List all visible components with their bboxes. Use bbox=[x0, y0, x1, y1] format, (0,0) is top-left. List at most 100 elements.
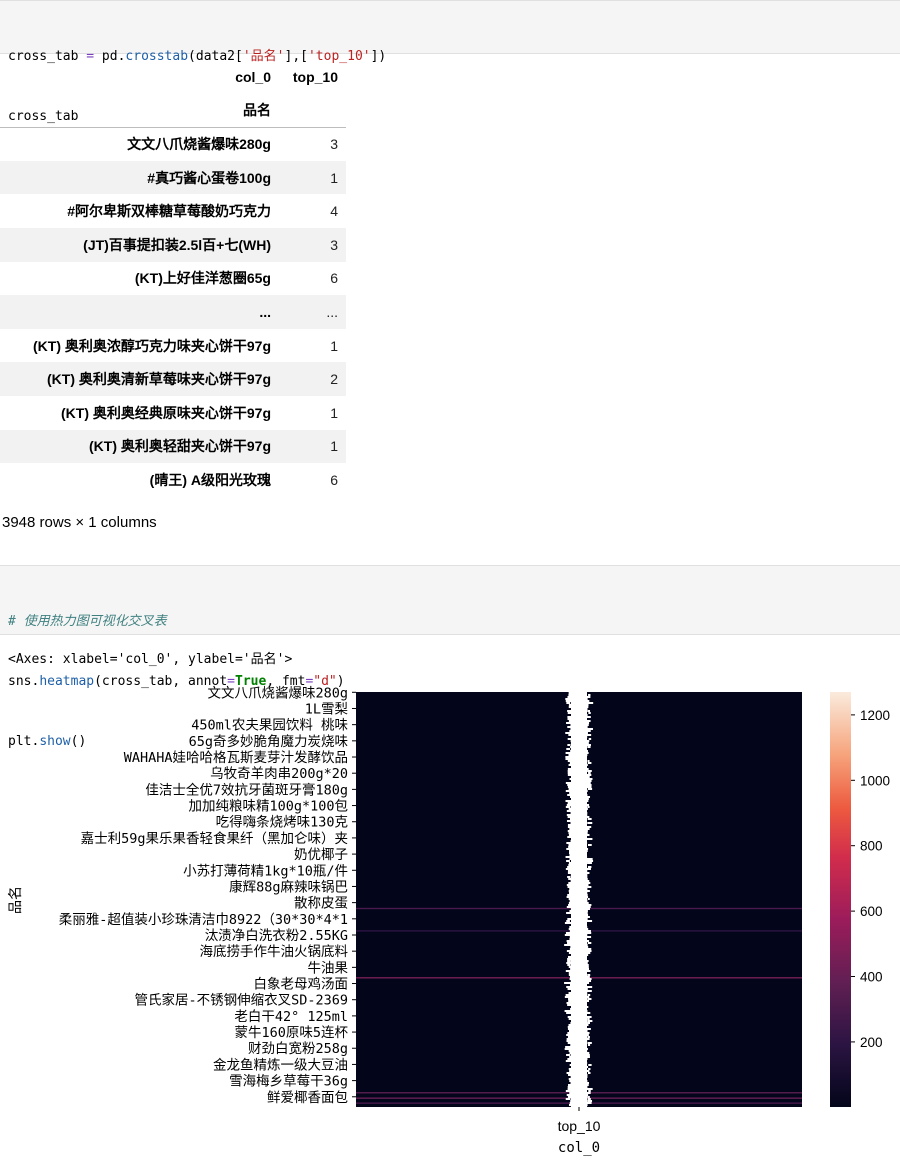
annotation-glyph bbox=[568, 754, 572, 756]
annotation-glyph bbox=[584, 1006, 589, 1008]
axes-repr-output: <Axes: xlabel='col_0', ylabel='品名'> bbox=[8, 652, 293, 667]
annotation-glyph bbox=[570, 980, 576, 982]
annotation-glyph bbox=[585, 978, 592, 980]
annotation-glyph bbox=[570, 750, 576, 752]
colorbar: 200 400 600 800 1000 1200 bbox=[830, 692, 890, 1107]
annotation-glyph bbox=[565, 868, 572, 870]
annotation-glyph bbox=[567, 886, 574, 888]
annotation-glyph bbox=[567, 942, 572, 944]
annotation-glyph bbox=[564, 982, 572, 984]
annotation-glyph bbox=[565, 806, 571, 808]
annotation-glyph bbox=[583, 1048, 588, 1050]
annotation-glyph bbox=[584, 1060, 587, 1062]
annotation-glyph bbox=[569, 1070, 576, 1072]
annotation-glyph bbox=[586, 964, 589, 966]
heatmap-plot-area bbox=[356, 692, 802, 1108]
annotation-glyph bbox=[581, 726, 588, 728]
annotation-glyph bbox=[567, 1032, 575, 1034]
annotation-glyph bbox=[586, 890, 590, 892]
annotation-glyph bbox=[588, 694, 591, 696]
row-value: 6 bbox=[330, 270, 338, 287]
annotation-glyph bbox=[566, 810, 572, 812]
annotation-glyph bbox=[586, 768, 589, 770]
annotation-glyph bbox=[568, 892, 573, 894]
annotation-glyph bbox=[565, 782, 572, 784]
annotation-glyph bbox=[585, 868, 591, 870]
code-cell-heatmap[interactable]: # 使用热力图可视化交叉表 sns.heatmap(cross_tab, ann… bbox=[0, 565, 900, 749]
annotation-glyph bbox=[582, 926, 588, 928]
annotation-glyph bbox=[586, 966, 589, 968]
annotation-glyph bbox=[567, 794, 575, 796]
annotation-glyph bbox=[571, 990, 575, 992]
annotation-glyph bbox=[583, 1026, 587, 1028]
annotation-glyph bbox=[580, 1104, 588, 1106]
annotation-glyph bbox=[584, 1074, 588, 1076]
annotation-glyph bbox=[581, 992, 588, 994]
annotation-glyph bbox=[568, 1000, 574, 1002]
annotation-glyph bbox=[587, 1072, 591, 1074]
annotation-glyph bbox=[567, 1026, 576, 1028]
annotation-glyph bbox=[582, 1080, 588, 1082]
annotation-glyph bbox=[582, 1034, 589, 1036]
annotation-glyph bbox=[565, 700, 573, 702]
annotation-glyph bbox=[566, 860, 570, 862]
annotation-glyph bbox=[586, 982, 590, 984]
annotation-glyph bbox=[569, 976, 577, 978]
annotation-glyph bbox=[570, 880, 576, 882]
annotation-glyph bbox=[586, 1092, 591, 1094]
annotation-glyph bbox=[582, 902, 589, 904]
annotation-glyph bbox=[569, 762, 576, 764]
annotation-glyph bbox=[568, 898, 574, 900]
row-label: #阿尔卑斯双棒糖草莓酸奶巧克力 bbox=[67, 203, 271, 220]
annotation-glyph bbox=[567, 918, 574, 920]
annotation-glyph bbox=[584, 1052, 590, 1054]
annotation-glyph bbox=[567, 802, 576, 804]
annotation-glyph bbox=[568, 1078, 574, 1080]
annotation-glyph bbox=[565, 970, 572, 972]
annotation-glyph bbox=[585, 1016, 592, 1018]
y-tick-label: 小苏打薄荷精1kg*10瓶/件 bbox=[183, 862, 348, 879]
annotation-glyph bbox=[583, 706, 589, 708]
annotation-glyph bbox=[570, 812, 575, 814]
annotation-glyph bbox=[580, 1076, 588, 1078]
code-cell-crosstab[interactable]: cross_tab = pd.crosstab(data2['品名'],['to… bbox=[0, 0, 900, 124]
annotation-glyph bbox=[565, 698, 572, 700]
annotation-glyph bbox=[584, 1056, 590, 1058]
annotation-glyph bbox=[568, 992, 574, 994]
annotation-glyph bbox=[582, 742, 589, 744]
annotation-glyph bbox=[568, 764, 576, 766]
row-label: (KT) 奥利奥清新草莓味夹心饼干97g bbox=[47, 371, 271, 388]
annotation-glyph bbox=[568, 882, 576, 884]
annotation-glyph bbox=[585, 716, 591, 718]
column-header: top_10 bbox=[292, 68, 338, 85]
table-row: (晴王) A级阳光玫瑰 6 bbox=[0, 463, 346, 497]
annotation-glyph bbox=[583, 912, 588, 914]
annotation-glyph bbox=[568, 852, 575, 854]
annotation-glyph bbox=[567, 1016, 574, 1018]
y-tick-label: 1L雪梨 bbox=[305, 701, 349, 717]
annotation-glyph bbox=[581, 854, 587, 856]
annotation-glyph bbox=[584, 856, 588, 858]
annotation-glyph bbox=[587, 1020, 593, 1022]
annotation-glyph bbox=[584, 922, 587, 924]
annotation-glyph bbox=[568, 1074, 573, 1076]
annotation-glyph bbox=[568, 1018, 576, 1020]
annotation-glyph bbox=[584, 692, 587, 694]
annotation-glyph bbox=[582, 756, 586, 758]
annotation-glyph bbox=[585, 910, 588, 912]
table-row: #真巧酱心蛋卷100g 1 bbox=[0, 160, 346, 195]
annotation-glyph bbox=[566, 912, 571, 914]
annotation-glyph bbox=[585, 950, 592, 952]
index-name: 品名 bbox=[0, 93, 282, 128]
annotation-glyph bbox=[565, 1098, 571, 1100]
annotation-glyph bbox=[567, 1058, 572, 1060]
annotation-glyph bbox=[582, 946, 589, 948]
annotation-glyph bbox=[572, 914, 576, 916]
annotation-glyph bbox=[569, 818, 578, 820]
annotation-glyph bbox=[565, 758, 572, 760]
annotation-glyph bbox=[570, 840, 576, 842]
row-label: (KT)上好佳洋葱圈65g bbox=[134, 270, 271, 287]
annotation-glyph bbox=[586, 702, 594, 704]
row-label: (KT) 奥利奥经典原味夹心饼干97g bbox=[61, 404, 271, 421]
annotation-glyph bbox=[585, 896, 589, 898]
